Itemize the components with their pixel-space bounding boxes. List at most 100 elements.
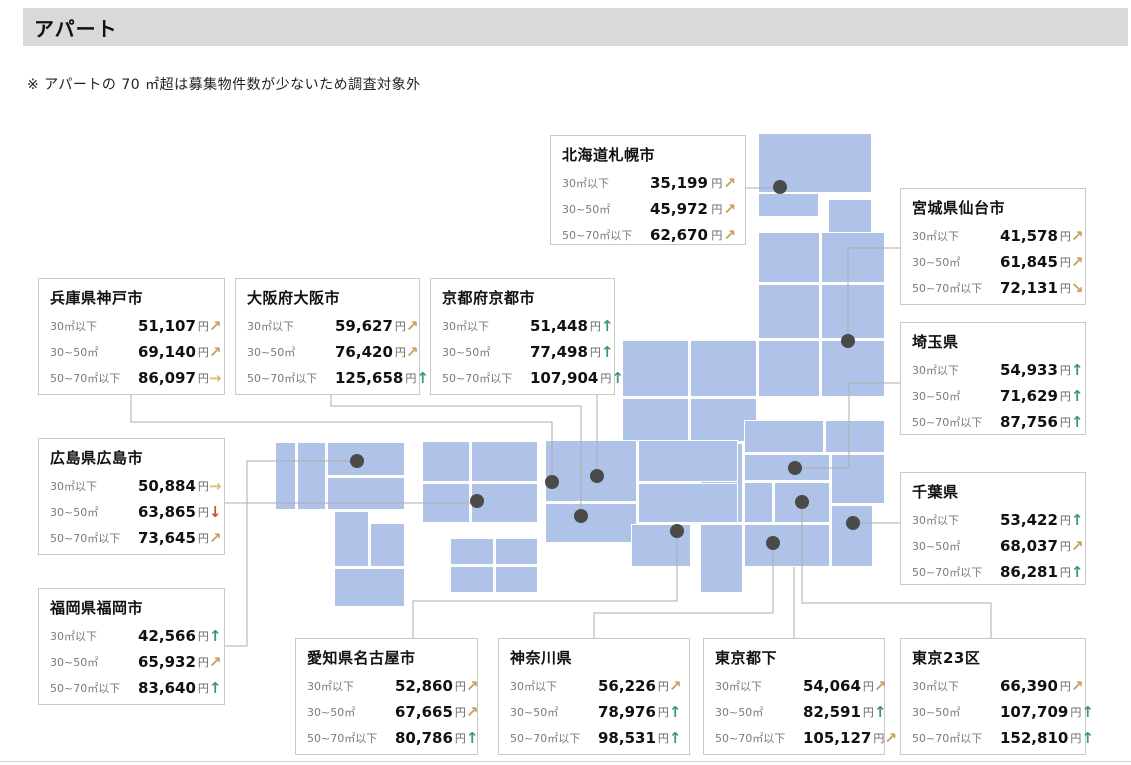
yen-unit: 円 [1070,704,1081,720]
rent-value: 61,845 [1000,253,1058,271]
size-label: 30~50㎡ [562,201,650,217]
rent-row: 50~70㎡以下83,640円↑ [50,675,215,701]
trend-up-right-icon: ↗ [1071,255,1084,270]
size-label: 30~50㎡ [912,388,1000,404]
trend-up-icon: ↑ [1071,389,1084,404]
size-label: 50~70㎡以下 [510,730,598,746]
yen-unit: 円 [198,530,209,546]
rent-row: 30㎡以下52,860円↗ [307,673,468,699]
yen-unit: 円 [1060,388,1071,404]
size-label: 50~70㎡以下 [912,414,1000,430]
rent-value: 41,578 [1000,227,1058,245]
rent-row: 50~70㎡以下86,281円↑ [912,559,1076,585]
yen-unit: 円 [405,370,416,386]
yen-unit: 円 [1070,730,1081,746]
yen-unit: 円 [863,678,874,694]
rent-value: 105,127 [803,729,871,747]
map-tile [744,482,773,523]
size-label: 30~50㎡ [50,654,138,670]
rent-row: 30㎡以下54,933円↑ [912,357,1076,383]
rent-row: 30㎡以下41,578円↗ [912,223,1076,249]
rent-row: 30㎡以下59,627円↗ [247,313,410,339]
yen-unit: 円 [455,730,466,746]
yen-unit: 円 [710,201,722,217]
city-dot-hiroshima [470,494,484,508]
trend-up-right-icon: ↗ [874,679,887,694]
size-label: 50~70㎡以下 [442,370,530,386]
rent-row: 50~70㎡以下125,658円↑ [247,365,410,391]
rent-row: 50~70㎡以下80,786円↑ [307,725,468,751]
map-tile [450,538,494,565]
map-tile [744,454,830,481]
rent-value: 51,448 [530,317,588,335]
map-tile [334,568,405,607]
region-card-chiba: 千葉県30㎡以下53,422円↑30~50㎡68,037円↗50~70㎡以下86… [900,472,1086,585]
map-tile [327,442,405,476]
apartment-rent-infographic: アパート ※ アパートの 70 ㎡超は募集物件数が少ないため調査対象外 北海道札… [0,0,1131,765]
size-label: 50~70㎡以下 [715,730,803,746]
map-tile [638,483,738,523]
rent-row: 50~70㎡以下62,670円↗ [562,222,736,248]
city-dot-chiba [846,516,860,530]
trend-up-right-icon: ↗ [209,531,222,546]
map-tile [744,524,830,567]
yen-unit: 円 [1060,564,1071,580]
rent-row: 30~50㎡78,976円↑ [510,699,680,725]
bottom-divider [0,761,1131,762]
map-tile [622,340,689,397]
rent-value: 59,627 [335,317,393,335]
city-dot-saitama [788,461,802,475]
trend-up-right-icon: ↗ [722,202,736,217]
yen-unit: 円 [198,318,209,334]
yen-unit: 円 [590,318,601,334]
region-card-sapporo: 北海道札幌市30㎡以下35,199円↗30~50㎡45,972円↗50~70㎡以… [550,135,746,245]
yen-unit: 円 [198,680,209,696]
size-label: 30~50㎡ [715,704,803,720]
yen-unit: 円 [395,344,406,360]
yen-unit: 円 [198,504,209,520]
rent-row: 50~70㎡以下152,810円↑ [912,725,1076,751]
trend-up-right-icon: ↗ [209,319,222,334]
trend-up-icon: ↑ [209,681,222,696]
rent-value: 71,629 [1000,387,1058,405]
region-title: 大阪府大阪市 [247,287,410,308]
yen-unit: 円 [710,175,722,191]
rent-value: 63,865 [138,503,196,521]
region-card-tokyo23: 東京23区30㎡以下66,390円↗30~50㎡107,709円↑50~70㎡以… [900,638,1086,755]
exclusion-note: ※ アパートの 70 ㎡超は募集物件数が少ないため調査対象外 [27,74,421,94]
rent-value: 107,904 [530,369,598,387]
map-tile [828,199,872,235]
rent-row: 30~50㎡45,972円↗ [562,196,736,222]
size-label: 30㎡以下 [50,628,138,644]
size-label: 30~50㎡ [247,344,335,360]
trend-up-icon: ↑ [601,345,614,360]
rent-value: 50,884 [138,477,196,495]
rent-value: 68,037 [1000,537,1058,555]
size-label: 30㎡以下 [510,678,598,694]
size-label: 30㎡以下 [50,478,138,494]
rent-row: 50~70㎡以下86,097円→ [50,365,215,391]
size-label: 50~70㎡以下 [50,370,138,386]
map-tile [495,566,538,593]
map-tile [825,420,885,453]
region-card-hiroshima: 広島県広島市30㎡以下50,884円→30~50㎡63,865円↓50~70㎡以… [38,438,225,555]
region-title: 兵庫県神戸市 [50,287,215,308]
yen-unit: 円 [873,730,884,746]
size-label: 30㎡以下 [912,362,1000,378]
size-label: 30㎡以下 [442,318,530,334]
map-tile [758,340,820,397]
rent-row: 30㎡以下53,422円↑ [912,507,1076,533]
trend-up-icon: ↑ [1071,513,1084,528]
region-card-tokyo-toka: 東京都下30㎡以下54,064円↗30~50㎡82,591円↑50~70㎡以下1… [703,638,885,755]
trend-up-icon: ↑ [669,705,682,720]
map-tile [370,523,405,567]
rent-value: 51,107 [138,317,196,335]
trend-down-icon: ↓ [209,505,222,520]
region-title: 東京23区 [912,647,1076,668]
region-card-fukuoka: 福岡県福岡市30㎡以下42,566円↑30~50㎡65,932円↗50~70㎡以… [38,588,225,705]
yen-unit: 円 [658,730,669,746]
map-tile [422,441,470,482]
rent-row: 50~70㎡以下72,131円↘ [912,275,1076,301]
map-tile [275,442,296,510]
rent-row: 30~50㎡69,140円↗ [50,339,215,365]
